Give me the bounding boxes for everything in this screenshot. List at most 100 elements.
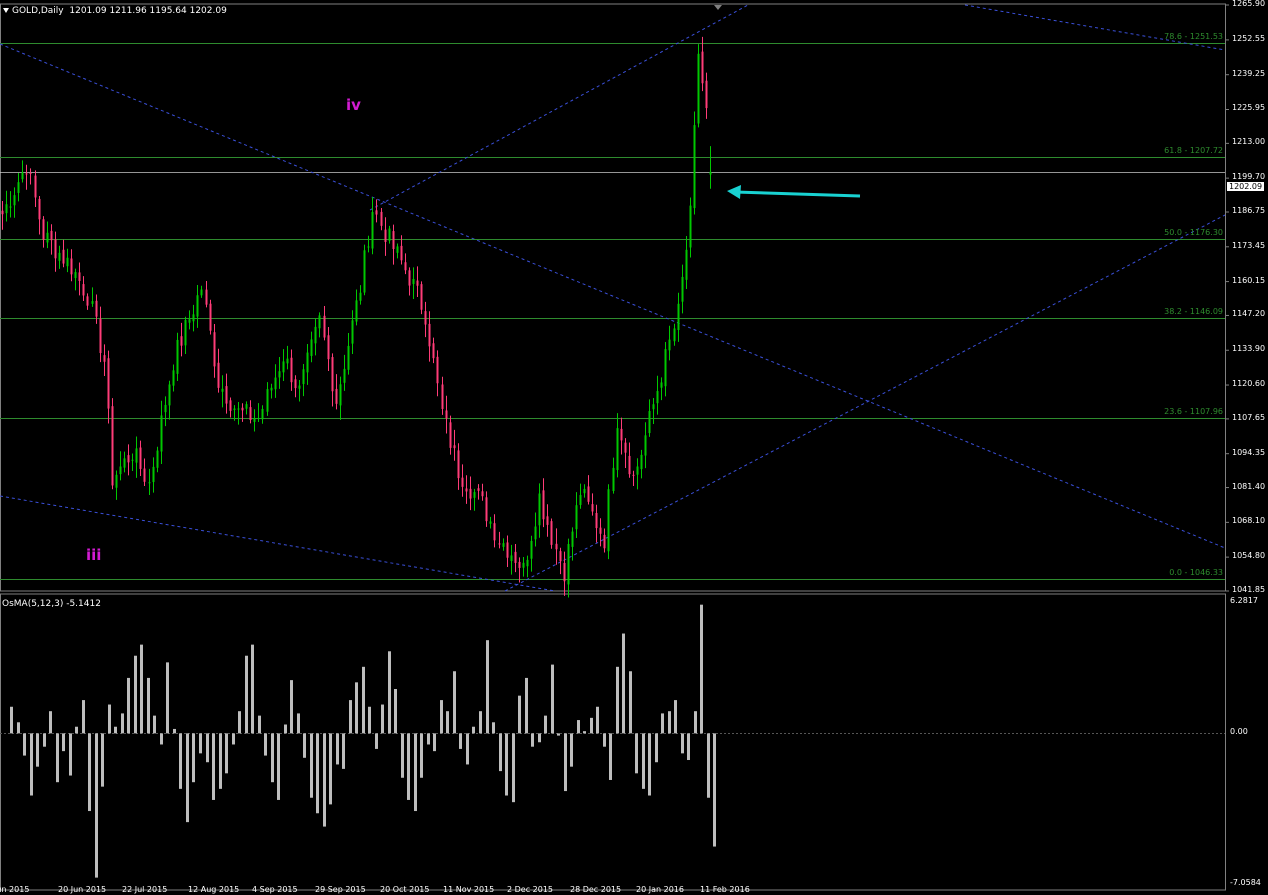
candle-body bbox=[550, 521, 553, 545]
osma-bar bbox=[596, 706, 599, 734]
osma-bar bbox=[583, 731, 586, 734]
fib-level-label: 78.6 - 1251.53 bbox=[1164, 31, 1223, 41]
candle-body bbox=[323, 315, 326, 338]
osma-bar bbox=[140, 644, 143, 734]
candle-body bbox=[306, 352, 309, 373]
price-axis-tick: 1120.60 bbox=[1232, 379, 1266, 389]
osma-bar bbox=[388, 651, 391, 734]
trend-line bbox=[0, 495, 556, 592]
candle-body bbox=[343, 368, 346, 383]
osma-bar bbox=[564, 733, 567, 792]
osma-bar bbox=[486, 640, 489, 734]
candle-body bbox=[176, 339, 179, 374]
candle-body bbox=[34, 175, 37, 198]
candle-body bbox=[355, 300, 358, 322]
date-axis-label: 20 Jun 2015 bbox=[58, 885, 107, 894]
candle-body bbox=[424, 311, 427, 325]
osma-bar bbox=[446, 711, 449, 734]
osma-bar bbox=[199, 733, 202, 754]
osma-bar bbox=[433, 733, 436, 752]
candle-body bbox=[160, 415, 163, 452]
candle-body bbox=[607, 489, 610, 552]
osma-bar bbox=[297, 713, 300, 734]
candle-body bbox=[225, 386, 228, 404]
candle-body bbox=[143, 468, 146, 482]
osma-bar bbox=[629, 671, 632, 734]
candle-body bbox=[74, 272, 77, 279]
candle-body bbox=[21, 172, 24, 180]
osma-bar bbox=[538, 733, 541, 743]
trend-line bbox=[504, 214, 1226, 592]
candle-body bbox=[522, 562, 525, 568]
candle-body bbox=[99, 318, 102, 354]
osma-bar bbox=[544, 715, 547, 734]
osma-bar bbox=[95, 733, 98, 878]
candle-body bbox=[420, 284, 423, 310]
candle-body bbox=[449, 422, 452, 448]
candle-body bbox=[347, 345, 350, 370]
candle-body bbox=[538, 493, 541, 526]
osma-bar bbox=[147, 677, 150, 734]
osma-bar bbox=[453, 671, 456, 734]
price-axis-tick: 1041.85 bbox=[1232, 585, 1266, 594]
price-axis-tick: 1133.90 bbox=[1232, 344, 1266, 354]
osma-bar bbox=[707, 733, 710, 798]
candle-body bbox=[583, 488, 586, 494]
candle-body bbox=[115, 474, 118, 488]
candle-body bbox=[498, 543, 501, 545]
osma-bar bbox=[518, 695, 521, 734]
candle-body bbox=[534, 526, 537, 540]
candle-body bbox=[54, 239, 57, 259]
candle-body bbox=[392, 231, 395, 250]
candle-body bbox=[371, 212, 374, 249]
candle-body bbox=[17, 182, 20, 193]
candle-body bbox=[457, 450, 460, 479]
price-axis-tick: 1239.25 bbox=[1232, 68, 1266, 78]
osma-bar bbox=[114, 726, 117, 734]
candle-body bbox=[314, 326, 317, 344]
osma-bar bbox=[134, 655, 137, 734]
fib-level-label: 38.2 - 1146.09 bbox=[1164, 307, 1223, 317]
osma-bar bbox=[499, 733, 502, 772]
candle-body bbox=[514, 551, 517, 563]
candle-body bbox=[58, 252, 61, 261]
candle-body bbox=[318, 315, 321, 329]
candle-body bbox=[404, 262, 407, 271]
dropdown-triangle-icon[interactable] bbox=[3, 8, 9, 13]
osma-bar bbox=[420, 733, 423, 778]
osma-bar bbox=[17, 722, 20, 734]
osma-bar bbox=[603, 733, 606, 747]
candle-body bbox=[168, 384, 171, 406]
candle-body bbox=[428, 323, 431, 347]
osma-bar bbox=[186, 733, 189, 823]
candle-body bbox=[111, 406, 114, 486]
osma-bar bbox=[82, 700, 85, 734]
candle-body bbox=[294, 379, 297, 389]
arrow-shaft bbox=[734, 190, 861, 198]
osma-bar bbox=[258, 715, 261, 734]
osma-bar bbox=[694, 711, 697, 734]
candle-body bbox=[209, 303, 212, 331]
candle-body bbox=[384, 229, 387, 242]
candle-body bbox=[685, 249, 688, 280]
osma-bar bbox=[349, 700, 352, 734]
chart-canvas bbox=[0, 3, 1229, 891]
osma-bar bbox=[329, 733, 332, 805]
candle-body bbox=[408, 270, 411, 286]
osma-bar bbox=[472, 726, 475, 734]
candle-body bbox=[29, 172, 32, 174]
shift-marker-icon[interactable] bbox=[714, 5, 722, 10]
osma-bar bbox=[681, 733, 684, 754]
candle-body bbox=[95, 300, 98, 317]
candle-body bbox=[82, 284, 85, 296]
osma-bar bbox=[75, 726, 78, 734]
price-panel-frame bbox=[0, 3, 1226, 592]
osma-bar bbox=[43, 733, 46, 747]
candle-body bbox=[648, 411, 651, 434]
ohlc-text: 1201.09 1211.96 1195.64 1202.09 bbox=[69, 6, 227, 16]
price-axis-tick: 1107.65 bbox=[1232, 412, 1266, 422]
candle-body bbox=[50, 230, 53, 241]
osma-bar bbox=[531, 733, 534, 747]
date-axis-label: 4 Sep 2015 bbox=[252, 885, 298, 894]
osma-bar bbox=[557, 733, 560, 736]
